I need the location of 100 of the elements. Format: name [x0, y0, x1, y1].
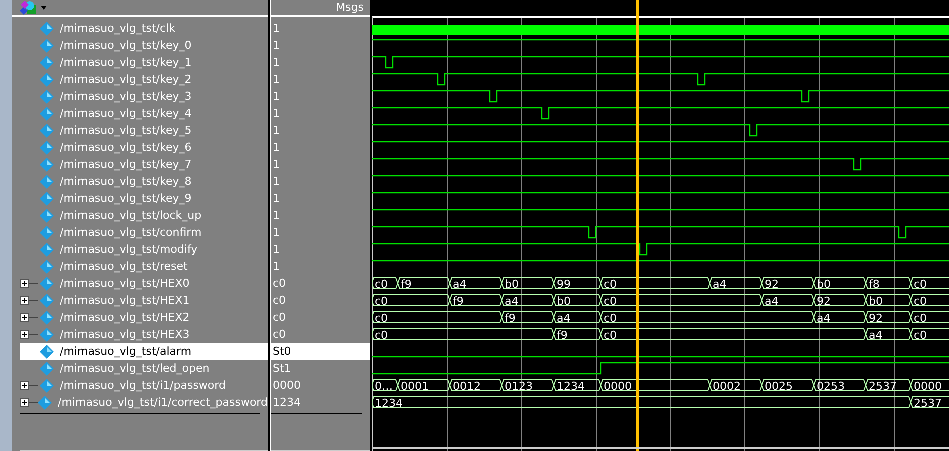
- bus-value-segment: 92: [865, 312, 912, 325]
- signal-value: 1: [273, 56, 280, 69]
- signal-value: 1: [273, 209, 280, 222]
- bus-value-segment: c0: [910, 278, 949, 291]
- signal-name: /mimasuo_vlg_tst/led_open: [60, 362, 210, 375]
- signal-icon: [40, 140, 54, 154]
- signal-value: 1: [273, 158, 280, 171]
- bus-value-segment: 0025: [761, 380, 815, 393]
- signal-name: /mimasuo_vlg_tst/confirm: [60, 226, 202, 239]
- signal-icon: [40, 310, 54, 324]
- signal-icon: [40, 22, 54, 36]
- bus-value-segment: 0000: [600, 380, 711, 393]
- bus-value-segment: 92: [813, 294, 867, 308]
- bus-value-segment: a4: [709, 278, 763, 291]
- bus-value-segment: c0: [910, 294, 949, 308]
- signal-name: /mimasuo_vlg_tst/reset: [60, 260, 188, 273]
- signal-name: /mimasuo_vlg_tst/alarm: [60, 345, 192, 358]
- signal-icon: [40, 158, 54, 172]
- signal-name: /mimasuo_vlg_tst/i1/password: [60, 379, 226, 392]
- bus-value-segment: 2537: [865, 380, 912, 393]
- bus-value-segment: a4: [553, 312, 602, 325]
- signal-icon: [40, 90, 54, 104]
- bus-value-segment: 0…: [372, 380, 399, 393]
- signal-value: c0: [273, 311, 286, 324]
- signal-name: /mimasuo_vlg_tst/HEX2: [60, 311, 190, 324]
- bus-value-segment: 0253: [813, 380, 867, 393]
- signal-row[interactable]: /mimasuo_vlg_tst/reset: [20, 258, 268, 275]
- signal-row[interactable]: /mimasuo_vlg_tst/HEX2: [20, 309, 268, 326]
- signal-row[interactable]: /mimasuo_vlg_tst/key_5: [20, 122, 268, 139]
- signal-row[interactable]: /mimasuo_vlg_tst/led_open: [20, 360, 268, 377]
- bus-value-segment: f8: [865, 278, 912, 291]
- signal-icon: [40, 378, 54, 392]
- expand-icon[interactable]: [20, 279, 38, 288]
- signal-value: St0: [273, 345, 292, 358]
- bus-value-segment: a4: [449, 278, 503, 291]
- bus-value-segment: 92: [761, 278, 815, 291]
- signal-icon: [40, 192, 54, 206]
- signal-name: /mimasuo_vlg_tst/clk: [60, 22, 176, 35]
- signal-icon: [38, 396, 52, 410]
- bus-value-segment: b0: [813, 278, 867, 291]
- signal-icon: [40, 38, 54, 52]
- signal-menu-button[interactable]: [20, 0, 47, 14]
- signal-icon: [40, 124, 54, 138]
- signal-row[interactable]: /mimasuo_vlg_tst/key_9: [20, 190, 268, 207]
- signal-value: 1: [273, 124, 280, 137]
- signal-value: 1: [273, 22, 280, 35]
- signal-row[interactable]: /mimasuo_vlg_tst/alarm: [20, 343, 268, 360]
- signal-icon: [40, 260, 54, 274]
- signal-row[interactable]: /mimasuo_vlg_tst/i1/password: [20, 377, 268, 394]
- signal-row[interactable]: /mimasuo_vlg_tst/key_1: [20, 54, 268, 71]
- bus-value-segment: b0: [553, 294, 602, 308]
- signal-name: /mimasuo_vlg_tst/key_3: [60, 90, 192, 103]
- signal-row[interactable]: /mimasuo_vlg_tst/HEX0: [20, 275, 268, 292]
- signal-value: 1: [273, 90, 280, 103]
- signal-value: St1: [273, 362, 292, 375]
- signal-icon: [40, 294, 54, 308]
- signal-row[interactable]: /mimasuo_vlg_tst/i1/correct_password: [20, 394, 268, 411]
- signal-name: /mimasuo_vlg_tst/i1/correct_password: [58, 396, 268, 409]
- signal-icon: [40, 106, 54, 120]
- signal-value: 0000: [273, 379, 301, 392]
- signal-row[interactable]: /mimasuo_vlg_tst/key_0: [20, 37, 268, 54]
- signal-name: /mimasuo_vlg_tst/HEX1: [60, 294, 190, 307]
- signal-row[interactable]: /mimasuo_vlg_tst/confirm: [20, 224, 268, 241]
- wave-icon: [20, 0, 38, 14]
- signal-icon: [40, 56, 54, 70]
- signal-row[interactable]: /mimasuo_vlg_tst/modify: [20, 241, 268, 258]
- bus-value-segment: 1234: [553, 380, 602, 393]
- expand-icon[interactable]: [20, 296, 38, 305]
- signal-row[interactable]: /mimasuo_vlg_tst/key_3: [20, 88, 268, 105]
- signal-row[interactable]: /mimasuo_vlg_tst/key_6: [20, 139, 268, 156]
- bus-value-segment: c0: [600, 328, 867, 342]
- signal-row[interactable]: /mimasuo_vlg_tst/lock_up: [20, 207, 268, 224]
- signal-row[interactable]: /mimasuo_vlg_tst/key_2: [20, 71, 268, 88]
- bus-value-segment: b0: [865, 294, 912, 308]
- expand-icon[interactable]: [20, 313, 38, 322]
- signal-row[interactable]: /mimasuo_vlg_tst/key_8: [20, 173, 268, 190]
- signal-value: 1: [273, 73, 280, 86]
- expand-icon[interactable]: [20, 330, 38, 339]
- bus-value-segment: a4: [865, 328, 912, 342]
- signal-row[interactable]: /mimasuo_vlg_tst/HEX1: [20, 292, 268, 309]
- signal-row[interactable]: /mimasuo_vlg_tst/key_7: [20, 156, 268, 173]
- bus-value-segment: f9: [553, 328, 602, 342]
- signal-row[interactable]: /mimasuo_vlg_tst/key_4: [20, 105, 268, 122]
- bus-value-segment: a4: [761, 294, 815, 308]
- expand-icon[interactable]: [20, 381, 38, 390]
- signal-value: c0: [273, 328, 286, 341]
- signal-value: 1: [273, 243, 280, 256]
- expand-icon[interactable]: [20, 398, 38, 407]
- caret-icon: [41, 6, 47, 10]
- signal-icon: [40, 208, 54, 222]
- column-header: Msgs: [336, 1, 364, 14]
- signal-value: 1: [273, 260, 280, 273]
- bus-value-segment: a4: [813, 312, 867, 325]
- bus-value-segment: c0: [600, 312, 815, 325]
- signal-name: /mimasuo_vlg_tst/key_0: [60, 39, 192, 52]
- signal-row[interactable]: /mimasuo_vlg_tst/clk: [20, 20, 268, 37]
- signal-row[interactable]: /mimasuo_vlg_tst/HEX3: [20, 326, 268, 343]
- bus-value-segment: 99: [553, 278, 602, 291]
- bus-value-segment: c0: [910, 312, 949, 325]
- signal-icon: [40, 72, 54, 86]
